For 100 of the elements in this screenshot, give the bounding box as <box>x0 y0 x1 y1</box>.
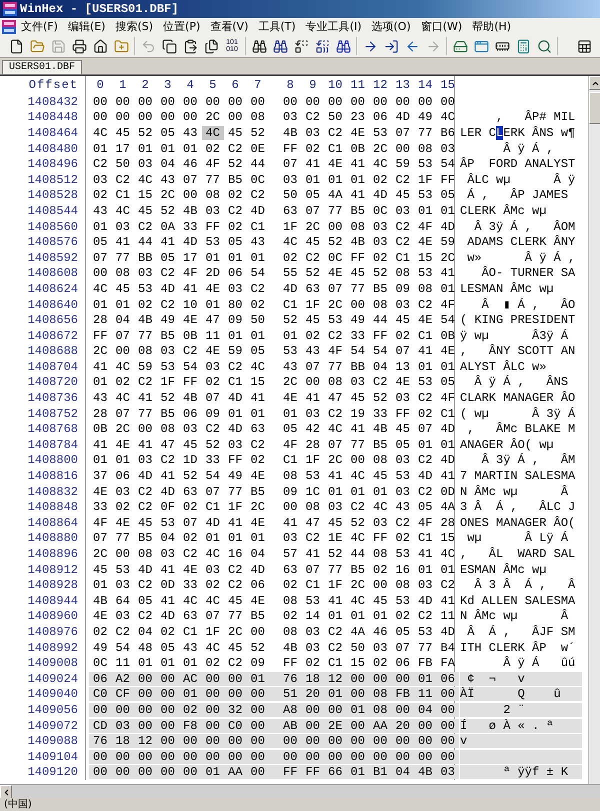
menu-item[interactable]: 工具(T) <box>253 19 301 34</box>
hex-byte: 01 <box>372 609 388 624</box>
hex-byte: 45 <box>394 313 411 328</box>
offset-label: 1408992 <box>26 640 79 655</box>
hex-byte: 4E <box>250 594 266 608</box>
hex-byte: B1 <box>372 765 388 780</box>
hex-byte: 41 <box>182 282 198 296</box>
hex-byte: 50 <box>114 157 131 172</box>
column-header: 6 <box>230 78 240 92</box>
hex-byte: 00 <box>372 750 388 764</box>
hex-byte: 0C <box>250 172 266 187</box>
hex-byte: 01 <box>417 672 434 686</box>
offset-label: 1408944 <box>26 594 79 608</box>
vertical-scrollbar[interactable] <box>588 76 600 784</box>
hex-byte: 52 <box>204 438 221 452</box>
menu-item[interactable]: 帮助(H) <box>467 19 516 34</box>
hex-byte: 07 <box>417 422 434 436</box>
hex-byte: A2 <box>114 672 131 686</box>
offset-label: 1408496 <box>26 157 79 172</box>
hex-byte: 00 <box>114 702 131 717</box>
hex-byte: C1 <box>304 578 321 592</box>
hex-byte: 00 <box>137 718 154 733</box>
hex-byte: FF <box>394 406 411 421</box>
hex-byte: 53 <box>394 469 411 484</box>
hex-byte: 43 <box>92 204 108 218</box>
hex-byte: 43 <box>394 500 411 514</box>
hex-byte: 01 <box>92 298 108 312</box>
hex-byte: 02 <box>372 250 388 265</box>
scroll-up-button[interactable] <box>589 76 600 90</box>
hex-byte: 1F <box>304 453 321 468</box>
offset-label: 1408960 <box>26 609 79 624</box>
hex-byte: 4D <box>440 453 456 468</box>
menu-item[interactable]: 位置(P) <box>158 19 206 34</box>
scroll-left-button[interactable] <box>0 785 12 799</box>
menu-item[interactable]: 窗口(W) <box>416 19 468 34</box>
hex-byte: 41 <box>160 594 176 608</box>
menu-item[interactable]: 查看(V) <box>205 19 254 34</box>
hex-byte: C2 <box>160 453 176 468</box>
hex-byte: 4B <box>417 765 434 780</box>
offset-label: 1408832 <box>26 484 79 499</box>
hex-byte: 20 <box>304 687 321 702</box>
hex-byte: 4A <box>350 624 366 639</box>
scroll-thumb[interactable] <box>589 92 600 124</box>
hex-byte: 03 <box>137 453 154 468</box>
hex-byte: 0A <box>160 220 176 234</box>
hex-byte: 00 <box>137 422 154 436</box>
copy-icon[interactable] <box>160 37 178 55</box>
hex-byte: 01 <box>250 531 266 546</box>
ascii-text: ÀÏ Q û <box>460 687 582 702</box>
hex-byte: 41 <box>350 188 366 202</box>
hex-byte: 42 <box>304 422 321 436</box>
ascii-text: 7 MARTIN SALESMA <box>460 469 576 484</box>
hex-byte: 45 <box>327 516 344 530</box>
hex-byte: 00 <box>250 718 266 733</box>
hex-byte: 11 <box>204 328 221 343</box>
hex-byte: FF <box>372 531 388 546</box>
hex-byte: 1F <box>204 624 221 639</box>
hex-byte: 63 <box>182 609 198 624</box>
hex-byte: 4C <box>114 391 131 406</box>
column-header: 3 <box>163 78 172 92</box>
hex-byte: C1 <box>114 188 131 202</box>
ascii-text: , ÂMc BLAKE M <box>466 422 576 436</box>
hex-byte: 4F <box>327 344 344 358</box>
hex-byte: 08 <box>304 500 321 514</box>
hex-byte: 03 <box>394 298 411 312</box>
hex-byte: 02 <box>92 188 108 202</box>
menu-item[interactable]: 搜索(S) <box>110 19 158 34</box>
hex-byte: 01 <box>417 204 434 218</box>
menu-item[interactable]: 专业工具(I) <box>300 19 367 34</box>
offset-label: 1408608 <box>26 266 79 280</box>
hex-byte: 07 <box>304 204 321 218</box>
menu-item[interactable]: 文件(F) <box>16 19 63 34</box>
hex-byte: 00 <box>114 750 131 764</box>
hex-byte: 03 <box>350 375 366 390</box>
hex-byte: 50 <box>327 110 344 124</box>
hex-byte: 09 <box>282 484 298 499</box>
offset-label: 1409056 <box>26 702 79 717</box>
offset-label: 1408896 <box>26 547 79 562</box>
menu-item[interactable]: 编辑(E) <box>62 19 110 34</box>
column-header: 13 <box>394 78 411 92</box>
menu-item[interactable]: 选项(O) <box>366 19 416 34</box>
file-tab[interactable]: USERS01.DBF <box>2 60 82 74</box>
hex-byte: 53 <box>160 516 176 530</box>
hex-byte: 02 <box>204 375 221 390</box>
hex-byte: 02 <box>282 578 298 592</box>
offset-label: 1408928 <box>26 578 79 592</box>
hex-byte: 00 <box>92 94 108 109</box>
hex-byte: 01 <box>327 172 344 187</box>
hex-byte: 02 <box>182 500 198 514</box>
hex-byte: C1 <box>227 375 244 390</box>
hex-byte: 03 <box>372 235 388 250</box>
hex-byte: 4B <box>182 391 198 406</box>
ascii-text: ESMAN ÂMc wµ <box>460 562 548 577</box>
hex-byte: 02 <box>394 609 411 624</box>
hex-byte: 63 <box>282 204 298 218</box>
horizontal-scrollbar[interactable] <box>0 784 600 798</box>
hex-byte: 45 <box>92 562 108 577</box>
hex-byte: 53 <box>417 375 434 390</box>
printer-icon[interactable] <box>70 37 88 55</box>
hex-byte: 00 <box>160 672 176 686</box>
